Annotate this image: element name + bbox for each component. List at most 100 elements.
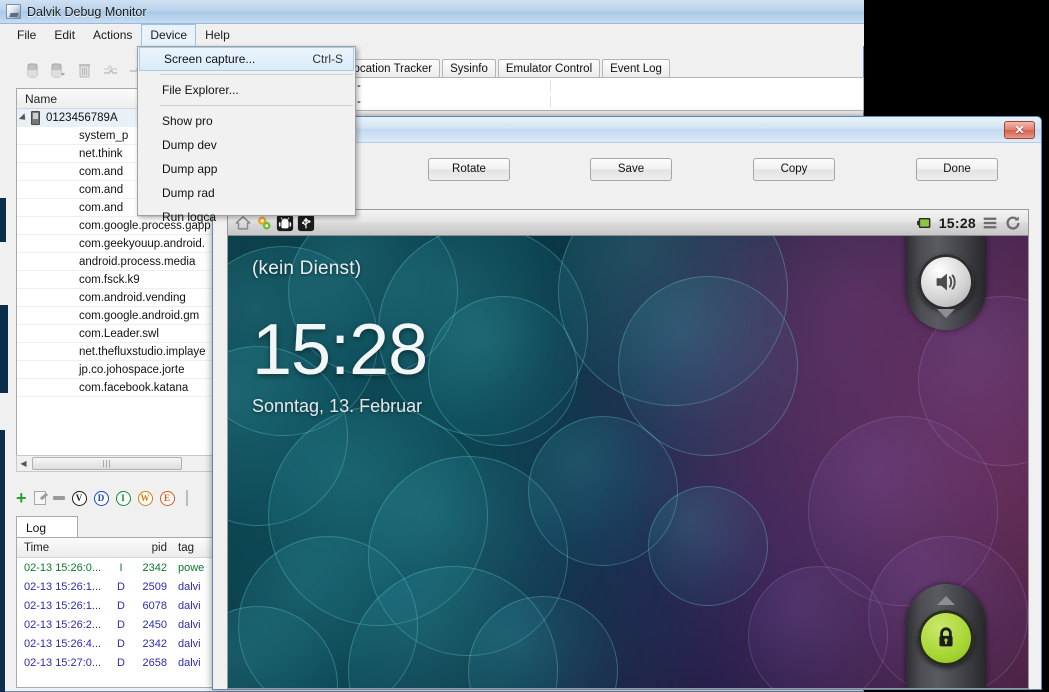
menu-item-screen-capture[interactable]: Screen capture... Ctrl-S xyxy=(139,47,354,71)
log-time: 02-13 15:26:1... xyxy=(24,599,102,612)
table-row[interactable]: net.thefluxstudio.implaye xyxy=(17,343,215,361)
column-tag: tag xyxy=(178,541,194,554)
table-row[interactable]: 02-13 15:26:1... D 6078 dalvi xyxy=(17,596,215,615)
menu-device[interactable]: Device xyxy=(141,24,197,46)
log-pid: 2450 xyxy=(142,618,167,631)
log-time: 02-13 15:26:4... xyxy=(24,637,102,650)
window-title: Dalvik Debug Monitor xyxy=(27,4,147,19)
log-time: 02-13 15:26:1... xyxy=(24,580,102,593)
remove-filter-icon[interactable] xyxy=(52,496,65,500)
save-button[interactable]: Save xyxy=(590,157,672,181)
process-name: jp.co.johospace.jorte xyxy=(79,363,185,376)
menu-item-label: Dump rad xyxy=(162,186,215,200)
log-level-debug-button[interactable]: D xyxy=(93,490,109,506)
padlock-icon[interactable] xyxy=(918,610,974,666)
table-row[interactable]: com.fsck.k9 xyxy=(17,271,215,289)
table-row[interactable]: android.process.media xyxy=(17,253,215,271)
process-name: android.process.media xyxy=(79,255,196,268)
menu-item-label: Show pro xyxy=(162,114,213,128)
log-level-verbose-button[interactable]: V xyxy=(71,490,87,506)
menu-item-dump-app[interactable]: Dump app xyxy=(138,157,355,181)
debug-step-icon[interactable] xyxy=(50,62,67,79)
log-time: 02-13 15:26:0... xyxy=(24,561,102,574)
table-row[interactable]: com.android.vending xyxy=(17,289,215,307)
menu-actions[interactable]: Actions xyxy=(84,24,141,46)
menu-item-label: Screen capture... xyxy=(164,52,256,66)
log-pid: 2509 xyxy=(142,580,167,593)
tab-log[interactable]: Log xyxy=(16,516,78,538)
log-level: D xyxy=(117,599,125,612)
chevron-down-icon xyxy=(937,309,955,318)
process-name: net.thefluxstudio.implaye xyxy=(79,345,206,358)
lockscreen-text: (kein Dienst) 15:28 Sonntag, 13. Februar xyxy=(252,258,428,417)
tab-sysinfo[interactable]: Sysinfo xyxy=(442,59,496,78)
screen: Dalvik Debug Monitor File Edit Actions D… xyxy=(0,0,1049,692)
menu-item-file-explorer[interactable]: File Explorer... xyxy=(138,78,355,102)
log-level: D xyxy=(117,656,125,669)
tab-event-log[interactable]: Event Log xyxy=(602,59,670,78)
desktop-edge-strip xyxy=(0,305,8,393)
column-pid: pid xyxy=(151,541,167,554)
table-row[interactable]: 02-13 15:27:0... D 2658 dalvi xyxy=(17,653,215,672)
log-level-error-button[interactable]: E xyxy=(159,490,175,506)
toolbar-divider xyxy=(185,490,188,506)
menu-item-label: File Explorer... xyxy=(162,83,239,97)
log-level: I xyxy=(119,561,123,574)
list-icon xyxy=(983,217,997,228)
device-dropdown-menu[interactable]: Screen capture... Ctrl-S File Explorer..… xyxy=(137,46,356,224)
status-bar-clock: 15:28 xyxy=(938,214,976,231)
process-name: com.Leader.swl xyxy=(79,327,159,340)
menu-item-run-logcat[interactable]: Run logca xyxy=(138,205,355,229)
menu-item-dump-device[interactable]: Dump dev xyxy=(138,133,355,157)
menu-item-dump-radio[interactable]: Dump rad xyxy=(138,181,355,205)
speaker-icon[interactable] xyxy=(918,254,974,310)
debug-attach-icon[interactable] xyxy=(24,62,41,79)
menu-help[interactable]: Help xyxy=(196,24,239,46)
copy-button[interactable]: Copy xyxy=(753,157,835,181)
heap-update-icon[interactable] xyxy=(102,62,119,79)
log-level: D xyxy=(117,580,125,593)
log-tag: dalvi xyxy=(178,599,201,612)
process-name: system_p xyxy=(79,129,129,142)
unlock-slider[interactable] xyxy=(906,584,986,688)
log-level: D xyxy=(117,637,125,650)
menubar: File Edit Actions Device Help xyxy=(0,24,864,46)
table-row[interactable]: com.google.android.gm xyxy=(17,307,215,325)
table-row[interactable]: com.facebook.katana xyxy=(17,379,215,397)
info-value: - xyxy=(351,80,551,92)
table-row[interactable]: 02-13 15:26:2... D 2450 dalvi xyxy=(17,615,215,634)
add-filter-icon[interactable]: + xyxy=(16,489,27,507)
table-row[interactable]: jp.co.johospace.jorte xyxy=(17,361,215,379)
table-row[interactable]: 02-13 15:26:1... D 2509 dalvi xyxy=(17,577,215,596)
edit-filter-icon[interactable] xyxy=(33,491,46,505)
stop-process-icon[interactable] xyxy=(76,62,93,79)
table-row[interactable]: com.Leader.swl xyxy=(17,325,215,343)
log-tag: dalvi xyxy=(178,580,201,593)
expand-triangle-icon[interactable] xyxy=(18,112,29,123)
log-level-info-button[interactable]: I xyxy=(115,490,131,506)
done-button[interactable]: Done xyxy=(916,157,998,181)
process-name: com.fsck.k9 xyxy=(79,273,140,286)
scroll-left-icon[interactable]: ◀ xyxy=(17,459,30,468)
table-row[interactable]: com.geekyouup.android. xyxy=(17,235,215,253)
log-level-warn-button[interactable]: W xyxy=(137,490,153,506)
scrollbar-thumb[interactable]: ||| xyxy=(32,457,182,470)
menu-file[interactable]: File xyxy=(8,24,45,46)
tree-horizontal-scrollbar[interactable]: ◀ ||| xyxy=(16,455,216,472)
close-icon[interactable]: ✕ xyxy=(1004,120,1035,139)
volume-slider[interactable] xyxy=(906,236,986,330)
menu-edit[interactable]: Edit xyxy=(45,24,84,46)
log-pid: 6078 xyxy=(142,599,167,612)
tab-emulator-control[interactable]: Emulator Control xyxy=(497,59,601,78)
menu-item-show-process[interactable]: Show pro xyxy=(138,109,355,133)
table-row[interactable]: 02-13 15:26:0... I 2342 powe xyxy=(17,558,215,577)
rotate-button[interactable]: Rotate xyxy=(428,157,510,181)
menu-item-label: Run logca xyxy=(162,210,217,224)
phone-icon xyxy=(31,110,40,125)
table-row[interactable]: 02-13 15:26:4... D 2342 dalvi xyxy=(17,634,215,653)
log-pid: 2342 xyxy=(142,561,167,574)
log-level: D xyxy=(117,618,125,631)
info-value: - xyxy=(351,96,551,108)
log-table[interactable]: Time pid tag 02-13 15:26:0... I 2342 pow… xyxy=(16,537,216,688)
log-pid: 2658 xyxy=(142,656,167,669)
